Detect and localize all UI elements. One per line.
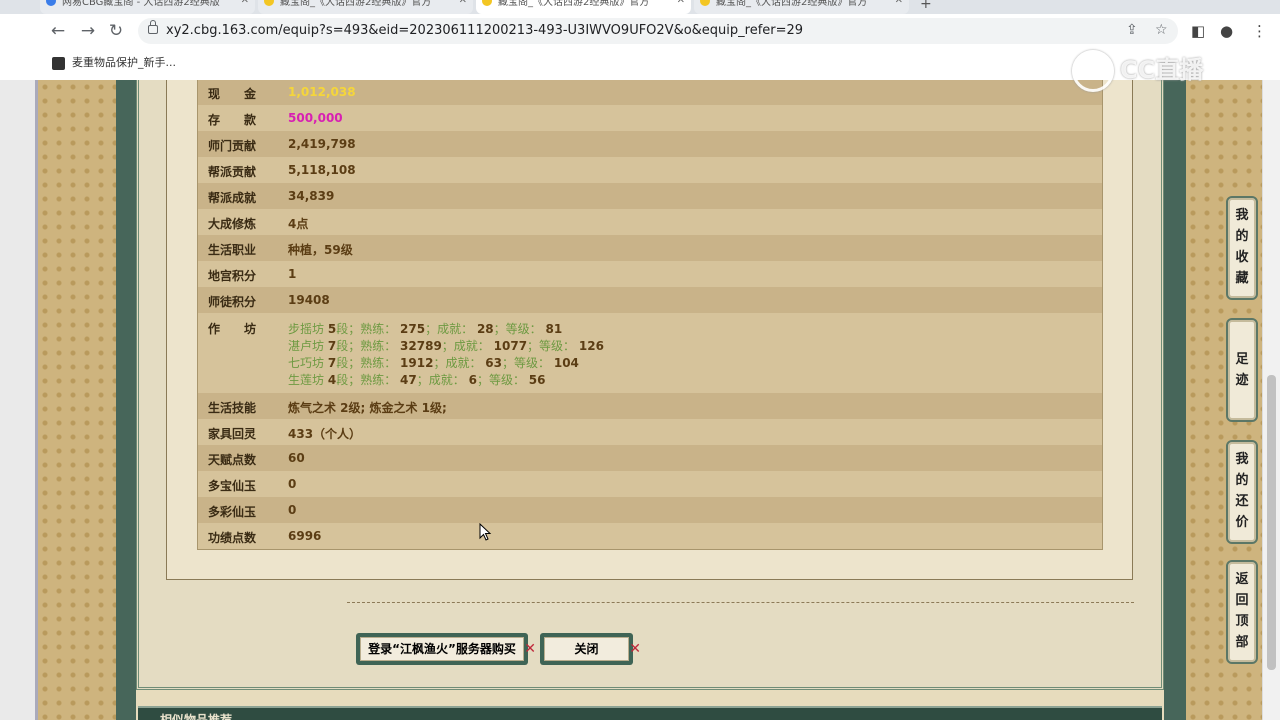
stat-row: 生活职业 种植，59级 xyxy=(198,235,1102,261)
left-edge xyxy=(0,80,38,720)
stat-row: 家具回灵 433（个人） xyxy=(208,427,362,441)
stat-row: 大成修炼 4点 xyxy=(208,217,309,231)
reload-icon[interactable]: ↻ xyxy=(106,21,126,41)
workshop-line: 湛卢坊 7段；熟练： 32789；成就： 1077；等级： 126 xyxy=(288,339,604,353)
close-button[interactable]: 关闭 ✕ xyxy=(540,633,641,665)
tab-favicon-icon xyxy=(482,0,492,6)
tab-favicon-icon xyxy=(700,0,710,6)
browser-tab-strip: 网易CBG藏宝阁 - 大话西游2经典版 ✕ 藏宝阁_《大话西游2经典版》官方 ✕… xyxy=(0,0,1280,14)
address-bar[interactable]: xy2.cbg.163.com/equip?s=493&eid=20230611… xyxy=(138,18,1178,44)
mouse-cursor-icon xyxy=(479,523,492,541)
profile-icon[interactable]: ● xyxy=(1220,22,1233,40)
my-favorites-button[interactable]: 我 的 收 藏 xyxy=(1226,196,1258,300)
scrollbar-thumb[interactable] xyxy=(1267,375,1276,670)
tab-favicon-icon xyxy=(264,0,274,6)
stat-row: 功绩点数 6996 xyxy=(208,529,322,545)
stat-row-deposit: 存 款 500,000 xyxy=(208,111,343,127)
page-viewport: 现 金 1,012,038 存 款 500,000 师门贡献 2,419,798… xyxy=(0,80,1280,720)
browser-tab[interactable]: 藏宝阁_《大话西游2经典版》官方 ✕ xyxy=(258,0,473,14)
stat-row: 生活技能 炼气之术 2级; 炼金之术 1级; xyxy=(198,393,1102,419)
footprints-button[interactable]: 足 迹 xyxy=(1226,318,1258,422)
stat-row: 帮派贡献 5,118,108 xyxy=(208,163,356,179)
lock-icon xyxy=(148,20,158,34)
browser-toolbar: ← → ↻ xy2.cbg.163.com/equip?s=493&eid=20… xyxy=(0,14,1280,48)
stat-row: 多彩仙玉 0 xyxy=(198,497,1102,523)
close-tab-icon[interactable]: ✕ xyxy=(459,0,467,6)
button-ornament-icon: ✕ xyxy=(524,641,536,657)
page-scrollbar[interactable] xyxy=(1262,80,1280,720)
menu-kebab-icon[interactable]: ⋮ xyxy=(1252,22,1267,40)
stat-row: 天赋点数 60 xyxy=(198,445,1102,471)
my-offers-button[interactable]: 我 的 还 价 xyxy=(1226,440,1258,544)
close-tab-icon[interactable]: ✕ xyxy=(241,0,249,6)
workshop-line: 步摇坊 5段；熟练： 275；成就： 28；等级： 81 xyxy=(288,322,563,336)
browser-tab-active[interactable]: 藏宝阁_《大话西游2经典版》官方 ✕ xyxy=(476,0,691,14)
browser-tab[interactable]: 网易CBG藏宝阁 - 大话西游2经典版 ✕ xyxy=(40,0,255,14)
stat-row: 师门贡献 2,419,798 xyxy=(198,131,1102,157)
left-green-border xyxy=(116,80,136,720)
url-text[interactable]: xy2.cbg.163.com/equip?s=493&eid=20230611… xyxy=(166,18,803,44)
login-buy-button[interactable]: 登录“江枫渔火”服务器购买 ✕ xyxy=(356,633,536,665)
watermark-circle-icon xyxy=(1072,50,1114,92)
bookmark-star-icon[interactable]: ☆ xyxy=(1155,22,1168,38)
tab-favicon-icon xyxy=(46,0,56,6)
stat-row: 地宫积分 1 xyxy=(208,267,297,283)
stat-row-workshop: 作 坊 步摇坊 5段；熟练： 275；成就： 28；等级： 81 湛卢坊 7段；… xyxy=(208,322,604,387)
stat-row: 师徒积分 19408 xyxy=(198,287,1102,313)
stat-row-cash: 现 金 1,012,038 xyxy=(198,80,1102,105)
forward-arrow-icon[interactable]: → xyxy=(78,21,98,41)
stat-row: 多宝仙玉 0 xyxy=(208,477,297,493)
back-to-top-button[interactable]: 返 回 顶 部 xyxy=(1226,560,1258,664)
similar-items-header: 相似物品推荐 xyxy=(138,706,1162,720)
divider xyxy=(347,602,1134,603)
button-ornament-icon: ✕ xyxy=(629,641,641,657)
watermark-logo: CC直播 xyxy=(1072,50,1203,92)
workshop-line: 生莲坊 4段；熟练： 47；成就： 6；等级： 56 xyxy=(288,373,546,387)
left-pattern-border xyxy=(38,80,116,720)
close-tab-icon[interactable]: ✕ xyxy=(677,0,685,6)
new-tab-icon[interactable]: + xyxy=(920,0,932,12)
right-green-border xyxy=(1164,80,1186,720)
back-arrow-icon[interactable]: ← xyxy=(48,21,68,41)
share-icon[interactable]: ⇪ xyxy=(1126,22,1138,38)
close-tab-icon[interactable]: ✕ xyxy=(895,0,903,6)
bookmark-favicon-icon xyxy=(52,57,65,70)
workshop-line: 七巧坊 7段；熟练： 1912；成就： 63；等级： 104 xyxy=(288,356,579,370)
bookmark-item[interactable]: 麦重物品保护_新手... xyxy=(72,48,176,78)
stat-row: 帮派成就 34,839 xyxy=(198,183,1102,209)
side-panel-icon[interactable]: ◧ xyxy=(1191,22,1205,40)
browser-tab[interactable]: 藏宝阁_《大话西游2经典版》官方 ✕ xyxy=(694,0,909,14)
